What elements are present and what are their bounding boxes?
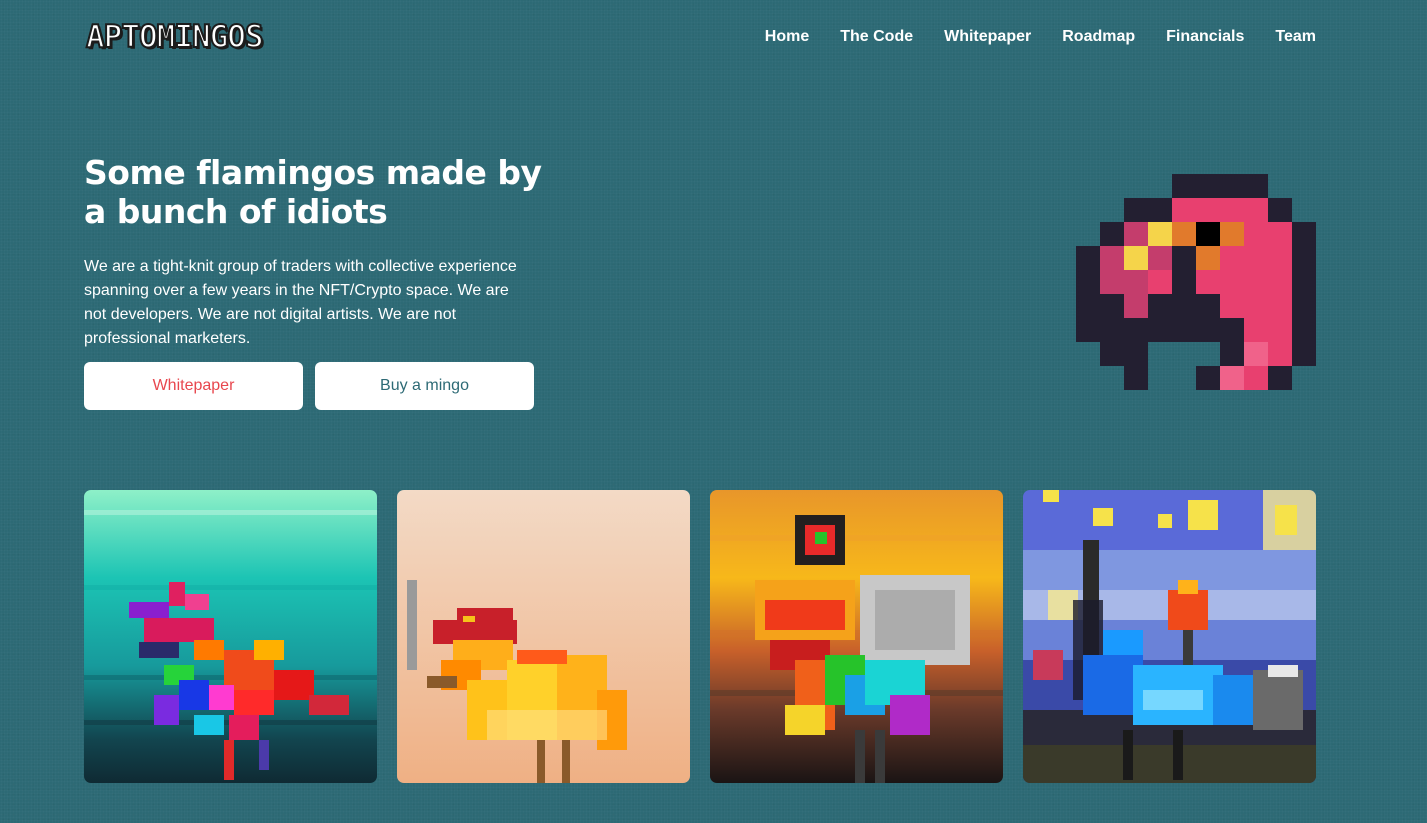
main-nav: Home The Code Whitepaper Roadmap Financi… [765,27,1316,47]
nav-link-home[interactable]: Home [765,27,809,47]
flamingo-nft-sunset-art-icon [710,490,1003,783]
hero-title: Some flamingos made by a bunch of idiots [84,153,542,231]
whitepaper-button[interactable]: Whitepaper [84,362,303,410]
flamingo-mascot-icon [1076,174,1316,390]
hero-description: We are a tight-knit group of traders wit… [84,258,517,347]
nav-link-team[interactable]: Team [1275,27,1316,47]
nav-link-financials[interactable]: Financials [1166,27,1244,47]
nft-card-1[interactable] [84,490,377,783]
flamingo-nft-teal-art-icon [84,490,377,783]
flamingo-nft-starry-night-art-icon [1023,490,1316,783]
nft-card-4[interactable] [1023,490,1316,783]
buy-mingo-button[interactable]: Buy a mingo [315,362,534,410]
nft-card-2[interactable] [397,490,690,783]
nav-link-whitepaper[interactable]: Whitepaper [944,27,1031,47]
nav-link-the-code[interactable]: The Code [840,27,913,47]
logo[interactable]: APTOMINGOS [85,18,265,56]
flamingo-nft-peach-art-icon [397,490,690,783]
nft-card-3[interactable] [710,490,1003,783]
nav-link-roadmap[interactable]: Roadmap [1062,27,1135,47]
